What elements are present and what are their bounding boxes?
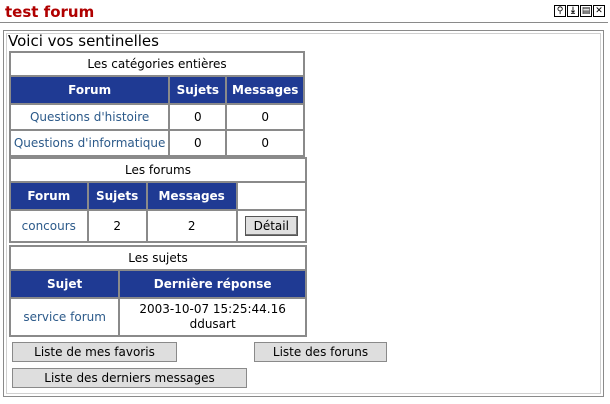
category-link[interactable]: Questions d'histoire [30, 110, 149, 124]
download-icon[interactable]: ⤓ [567, 5, 579, 17]
table-row: concours 2 2 Détail [9, 209, 308, 243]
detail-button[interactable]: Détail [244, 216, 298, 236]
last-messages-button[interactable]: Liste des derniers messages [12, 368, 247, 388]
last-reply-date: 2003-10-07 15:25:44.16 [139, 302, 286, 316]
table-row: service forum 2003-10-07 15:25:44.16 ddu… [8, 297, 307, 337]
favorites-button[interactable]: Liste de mes favoris [12, 342, 177, 362]
table-row: Questions d'histoire 0 0 [8, 103, 305, 131]
app-title: test forum [5, 3, 95, 21]
category-sujets: 0 [168, 103, 228, 131]
categories-table: Les catégories entières Forum Sujets Mes… [8, 51, 305, 157]
forums-header-sujets: Sujets [86, 181, 148, 211]
forums-header-forum: Forum [9, 181, 89, 211]
categories-header-sujets: Sujets [168, 75, 228, 105]
close-icon[interactable]: ✕ [593, 5, 605, 17]
forums-list-button[interactable]: Liste des foruns [254, 342, 387, 362]
restore-icon[interactable]: ▤ [580, 5, 592, 17]
category-messages: 0 [225, 103, 305, 131]
categories-header-messages: Messages [225, 75, 305, 105]
title-divider [0, 22, 608, 23]
subjects-header-sujet: Sujet [8, 269, 121, 299]
subjects-table: Les sujets Sujet Dernière réponse servic… [8, 245, 307, 337]
categories-header-forum: Forum [8, 75, 171, 105]
categories-caption: Les catégories entières [9, 51, 305, 77]
last-reply-author: ddusart [189, 317, 236, 331]
panel-title: Voici vos sentinelles [8, 32, 159, 50]
category-sujets: 0 [168, 129, 228, 157]
forum-sujets: 2 [86, 209, 148, 243]
forums-table: Les forums Forum Sujets Messages concour… [9, 157, 308, 243]
table-row: Questions d'informatique 0 0 [8, 129, 305, 157]
forum-link[interactable]: concours [22, 219, 76, 233]
category-messages: 0 [225, 129, 305, 157]
forums-caption: Les forums [9, 157, 307, 183]
category-link[interactable]: Questions d'informatique [14, 136, 166, 150]
forums-header-messages: Messages [145, 181, 238, 211]
subject-link[interactable]: service forum [23, 310, 106, 324]
zoom-icon[interactable]: ⚲ [554, 5, 566, 17]
window-controls: ⚲ ⤓ ▤ ✕ [554, 5, 605, 17]
forum-messages: 2 [145, 209, 238, 243]
subjects-caption: Les sujets [9, 245, 307, 271]
subjects-header-last-reply: Dernière réponse [118, 269, 307, 299]
